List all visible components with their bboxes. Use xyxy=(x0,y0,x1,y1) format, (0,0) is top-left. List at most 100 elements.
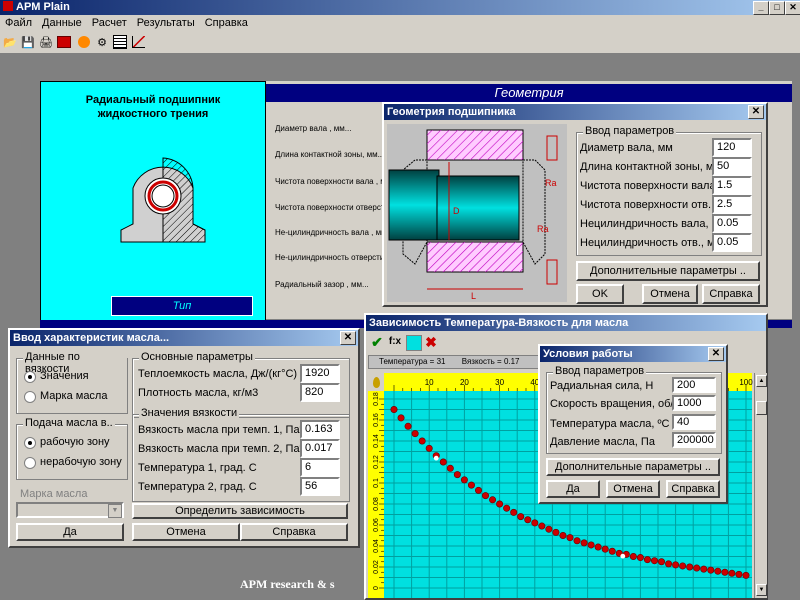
data-point xyxy=(446,464,454,472)
bore-noncyl-input[interactable]: 0.05 xyxy=(712,233,752,252)
menu-data[interactable]: Данные xyxy=(37,15,87,32)
param-label: Не-цилиндричность вала , мм... xyxy=(275,228,394,237)
highlight-point xyxy=(620,553,626,559)
help-button[interactable]: Справка xyxy=(666,480,720,498)
data-point xyxy=(467,481,475,489)
extra-params-button[interactable]: Дополнительные параметры .. xyxy=(546,458,720,476)
apply-icon[interactable]: ✔ xyxy=(368,334,386,350)
contact-length-input[interactable]: 50 xyxy=(712,157,752,176)
bearing-icon[interactable] xyxy=(56,34,72,50)
rotation-speed-input[interactable]: 1000 xyxy=(672,395,716,411)
data-point xyxy=(714,567,722,575)
chevron-down-icon[interactable]: ▼ xyxy=(108,504,122,518)
radio-values[interactable] xyxy=(24,371,36,383)
save-icon[interactable]: 💾 xyxy=(20,34,36,50)
delete-icon[interactable]: ✖ xyxy=(422,334,440,350)
yes-button[interactable]: Да xyxy=(546,480,600,498)
y-tick-label: 0.14 xyxy=(373,434,380,448)
close-icon[interactable]: ✕ xyxy=(340,331,356,345)
shaft-diameter-input[interactable]: 120 xyxy=(712,138,752,157)
radio-nonworking-zone-label: нерабочую зону xyxy=(40,456,122,468)
cancel-button[interactable]: Отмена xyxy=(606,480,660,498)
data-point xyxy=(707,566,715,574)
extra-params-button[interactable]: Дополнительные параметры .. xyxy=(576,261,760,281)
panel-title-1: Радиальный подшипник xyxy=(85,94,221,106)
visc1-input[interactable]: 0.163 xyxy=(300,420,340,439)
type-label: Тип xyxy=(111,296,253,316)
help-button[interactable]: Справка xyxy=(240,523,348,541)
close-button[interactable]: ✕ xyxy=(785,1,800,15)
menu-help[interactable]: Справка xyxy=(200,15,253,32)
work-dialog-title: Условия работы xyxy=(543,348,633,360)
chart-icon[interactable] xyxy=(130,34,146,50)
bearing-type-panel: Радиальный подшипник жидкостного трения … xyxy=(40,81,266,321)
cancel-button[interactable]: Отмена xyxy=(642,284,698,304)
table-icon[interactable] xyxy=(112,34,128,50)
radio-working-zone[interactable] xyxy=(24,437,36,449)
density-input[interactable]: 820 xyxy=(300,383,340,402)
chart-window-title: Зависимость Температура-Вязкость для мас… xyxy=(369,317,629,329)
bore-noncyl-label: Нецилиндричность отв., мм xyxy=(580,237,723,249)
vertical-scrollbar[interactable]: ▲ ▼ xyxy=(754,373,767,598)
oil-grade-label: Марка масла xyxy=(20,488,88,500)
data-point xyxy=(538,522,546,530)
scroll-thumb[interactable] xyxy=(756,401,767,415)
data-icon[interactable] xyxy=(76,34,92,50)
menu-calc[interactable]: Расчет xyxy=(87,15,132,32)
menu-results[interactable]: Результаты xyxy=(132,15,200,32)
radio-nonworking-zone[interactable] xyxy=(24,457,36,469)
data-point xyxy=(496,500,504,508)
open-folder-icon[interactable]: 📂 xyxy=(2,34,18,50)
main-params-label: Основные параметры xyxy=(139,351,255,363)
help-button[interactable]: Справка xyxy=(702,284,760,304)
work-conditions-dialog: Условия работы ✕ Ввод параметров Радиальн… xyxy=(538,344,728,504)
shaft-roughness-input[interactable]: 1.5 xyxy=(712,176,752,195)
yes-button[interactable]: Да xyxy=(16,523,124,541)
param-label: Длина контактной зоны, мм... xyxy=(275,150,385,159)
temp2-input[interactable]: 56 xyxy=(300,477,340,496)
print-icon[interactable]: 🖨 xyxy=(38,34,54,50)
y-tick-label: 0.1 xyxy=(373,478,380,488)
temp1-input[interactable]: 6 xyxy=(300,458,340,477)
data-point xyxy=(397,414,405,422)
function-icon[interactable]: f:x xyxy=(386,334,404,350)
shaft-noncyl-input[interactable]: 0.05 xyxy=(712,214,752,233)
close-icon[interactable]: ✕ xyxy=(708,347,724,361)
radio-oil-grade[interactable] xyxy=(24,391,36,403)
color-icon[interactable] xyxy=(406,335,422,351)
data-point xyxy=(658,558,666,566)
radial-force-input[interactable]: 200 xyxy=(672,377,716,393)
calculate-icon[interactable]: ⚙ xyxy=(94,34,110,50)
visc2-input[interactable]: 0.017 xyxy=(300,439,340,458)
work-group-label: Ввод параметров xyxy=(553,365,647,377)
scroll-down-icon[interactable]: ▼ xyxy=(756,584,767,596)
y-tick-label: 0.16 xyxy=(373,413,380,427)
oil-temp-label: Температура масла, ºС xyxy=(550,418,670,430)
contact-length-label: Длина контактной зоны, мм xyxy=(580,161,722,173)
data-point xyxy=(735,570,743,578)
radio-working-zone-label: рабочую зону xyxy=(40,436,110,448)
data-point xyxy=(439,458,447,466)
ok-button[interactable]: OK xyxy=(576,284,624,304)
close-icon[interactable]: ✕ xyxy=(748,105,764,119)
heat-capacity-input[interactable]: 1920 xyxy=(300,364,340,383)
data-point xyxy=(390,405,398,413)
menu-file[interactable]: Файл xyxy=(0,15,37,32)
chart-window-titlebar: Зависимость Температура-Вязкость для мас… xyxy=(366,315,766,331)
scroll-up-icon[interactable]: ▲ xyxy=(756,375,767,387)
footer-text: APM research & s xyxy=(240,577,335,591)
determine-button[interactable]: Определить зависимость xyxy=(132,503,348,519)
density-label: Плотность масла, кг/м3 xyxy=(138,387,259,399)
oil-pressure-input[interactable]: 200000 xyxy=(672,432,716,448)
maximize-button[interactable]: □ xyxy=(769,1,785,15)
temp1-label: Температура 1, град. С xyxy=(138,462,257,474)
cancel-button[interactable]: Отмена xyxy=(132,523,240,541)
data-point xyxy=(460,476,468,484)
data-point xyxy=(559,532,567,540)
oil-temp-input[interactable]: 40 xyxy=(672,414,716,430)
bore-roughness-input[interactable]: 2.5 xyxy=(712,195,752,214)
data-point xyxy=(566,534,574,542)
oil-grade-select[interactable]: ▼ xyxy=(16,502,124,518)
minimize-button[interactable]: _ xyxy=(753,1,769,15)
bearing-housing-drawing xyxy=(120,157,206,243)
